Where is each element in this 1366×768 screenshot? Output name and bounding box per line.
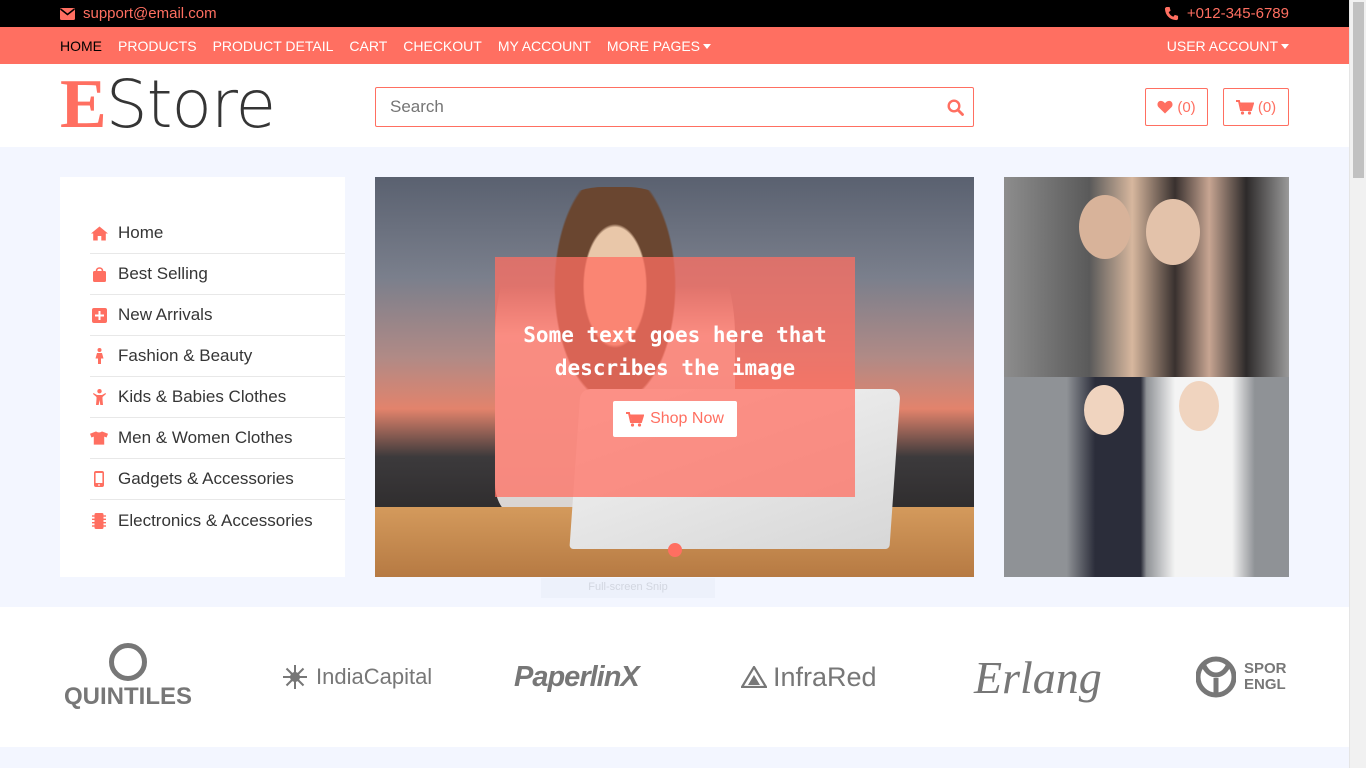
brand-logo-quintiles[interactable]: QUINTILES: [64, 607, 192, 747]
envelope-icon: [60, 7, 75, 20]
search-box: [375, 87, 974, 127]
logo-text: Store: [105, 66, 276, 143]
slider-dot-active[interactable]: [668, 543, 682, 557]
sidebar-item-label: Men & Women Clothes: [118, 428, 293, 447]
sidebar-item-home[interactable]: Home: [90, 213, 345, 254]
site-header: EStore (0) (0): [0, 64, 1349, 147]
brand-logos-strip: QUINTILES IndiaCapital PaperlinX InfraRe…: [0, 607, 1349, 747]
hero-section: Home Best Selling New Arrivals Fashion &…: [0, 177, 1349, 577]
shopping-cart-icon: [1235, 99, 1254, 115]
nav-products[interactable]: PRODUCTS: [118, 38, 197, 54]
indiacapital-emblem-icon: [283, 665, 307, 689]
brand-logo-text: SPOR: [1244, 660, 1287, 677]
mobile-icon: [90, 471, 108, 487]
support-phone[interactable]: +012-345-6789: [1164, 5, 1289, 22]
top-bar: support@email.com +012-345-6789: [0, 0, 1349, 27]
sidebar-item-best-selling[interactable]: Best Selling: [90, 254, 345, 295]
sidebar-item-men-women[interactable]: Men & Women Clothes: [90, 418, 345, 459]
slide-caption-box: Some text goes here that describes the i…: [495, 257, 855, 497]
hero-slider[interactable]: Some text goes here that describes the i…: [375, 177, 974, 577]
nav-my-account[interactable]: MY ACCOUNT: [498, 38, 591, 54]
heart-icon: [1157, 100, 1173, 114]
wishlist-count: (0): [1177, 98, 1196, 116]
nav-product-detail[interactable]: PRODUCT DETAIL: [213, 38, 334, 54]
nav-cart[interactable]: CART: [349, 38, 387, 54]
scrollbar-thumb[interactable]: [1353, 2, 1364, 178]
brand-logo-indiacapital[interactable]: IndiaCapital: [282, 607, 432, 747]
logo-letter: E: [60, 66, 107, 143]
shopping-cart-icon: [626, 411, 645, 427]
support-email[interactable]: support@email.com: [60, 5, 217, 22]
promo-image-face: [1179, 381, 1219, 431]
sidebar-item-gadgets[interactable]: Gadgets & Accessories: [90, 459, 345, 500]
promo-image-kids[interactable]: [1004, 377, 1289, 577]
search-icon: [946, 98, 964, 116]
search-input[interactable]: [376, 97, 937, 117]
sport-england-text: SPOR ENGL: [1244, 661, 1287, 693]
cart-button[interactable]: (0): [1223, 88, 1289, 126]
caret-down-icon: [1281, 43, 1289, 49]
promo-image-face: [1146, 199, 1200, 265]
brand-logo-text: IndiaCapital: [316, 664, 433, 689]
wishlist-button[interactable]: (0): [1145, 88, 1208, 126]
home-icon: [90, 226, 108, 241]
slide-caption: Some text goes here that describes the i…: [523, 323, 827, 380]
tshirt-icon: [90, 431, 108, 445]
promo-image-face: [1079, 195, 1131, 259]
plus-square-icon: [90, 307, 108, 323]
female-icon: [90, 348, 108, 364]
support-phone-text: +012-345-6789: [1186, 5, 1289, 22]
nav-more-pages[interactable]: MORE PAGES: [606, 37, 712, 54]
snip-tooltip: Full-screen Snip: [541, 578, 715, 598]
shop-now-button[interactable]: Shop Now: [613, 401, 737, 437]
sidebar-item-label: Electronics & Accessories: [118, 510, 313, 530]
brand-logo-text: QUINTILES: [64, 683, 193, 710]
cart-count: (0): [1257, 98, 1277, 116]
nav-home[interactable]: HOME: [60, 38, 102, 54]
sidebar-item-label: Kids & Babies Clothes: [118, 387, 287, 406]
support-email-text: support@email.com: [83, 5, 217, 22]
nav-checkout[interactable]: CHECKOUT: [403, 38, 482, 54]
category-sidebar: Home Best Selling New Arrivals Fashion &…: [60, 177, 345, 577]
sidebar-item-label: Best Selling: [118, 264, 208, 283]
sidebar-item-kids-babies[interactable]: Kids & Babies Clothes: [90, 377, 345, 418]
promo-image-face: [1084, 385, 1124, 435]
child-icon: [90, 389, 108, 405]
brand-logo-text: InfraRed: [773, 661, 877, 692]
sidebar-item-new-arrivals[interactable]: New Arrivals: [90, 295, 345, 336]
nav-user-account[interactable]: USER ACCOUNT: [1167, 38, 1289, 54]
sport-england-emblem-icon: [1196, 656, 1236, 698]
caret-down-icon: [703, 43, 712, 49]
page: support@email.com +012-345-6789 HOME PRO…: [0, 0, 1349, 768]
brand-logo-text: ENGL: [1244, 676, 1286, 693]
brand-logo-text: PaperlinX: [514, 660, 640, 693]
brand-logo-infrared[interactable]: InfraRed: [741, 607, 877, 747]
promo-image-women[interactable]: [1004, 177, 1289, 377]
brand-logo-paperlinx[interactable]: PaperlinX: [514, 607, 640, 747]
brand-logo-text: Erlang: [974, 651, 1102, 703]
sidebar-item-label: New Arrivals: [118, 305, 213, 324]
sidebar-item-label: Fashion & Beauty: [118, 346, 253, 365]
shop-now-label: Shop Now: [650, 410, 724, 427]
phone-icon: [1164, 6, 1178, 21]
estore-logo[interactable]: EStore: [60, 70, 276, 140]
sidebar-item-label: Gadgets & Accessories: [118, 469, 294, 488]
main-nav: HOME PRODUCTS PRODUCT DETAIL CART CHECKO…: [0, 27, 1349, 64]
nav-more-pages-label: MORE PAGES: [606, 37, 701, 54]
sidebar-item-fashion-beauty[interactable]: Fashion & Beauty: [90, 336, 345, 377]
page-scrollbar[interactable]: [1349, 0, 1366, 768]
brand-logo-sport-england[interactable]: SPOR ENGL: [1196, 607, 1287, 747]
sidebar-item-electronics[interactable]: Electronics & Accessories: [90, 500, 345, 541]
sidebar-item-label: Home: [118, 223, 164, 242]
next-section: [0, 747, 1349, 768]
quintiles-ring-icon: [109, 643, 147, 681]
nav-user-account-label: USER ACCOUNT: [1166, 37, 1278, 54]
infrared-triangle-icon: [741, 666, 767, 688]
brand-logo-erlang[interactable]: Erlang: [974, 607, 1102, 747]
search-button[interactable]: [937, 98, 973, 116]
microchip-icon: [90, 512, 108, 529]
shopping-bag-icon: [90, 266, 108, 282]
